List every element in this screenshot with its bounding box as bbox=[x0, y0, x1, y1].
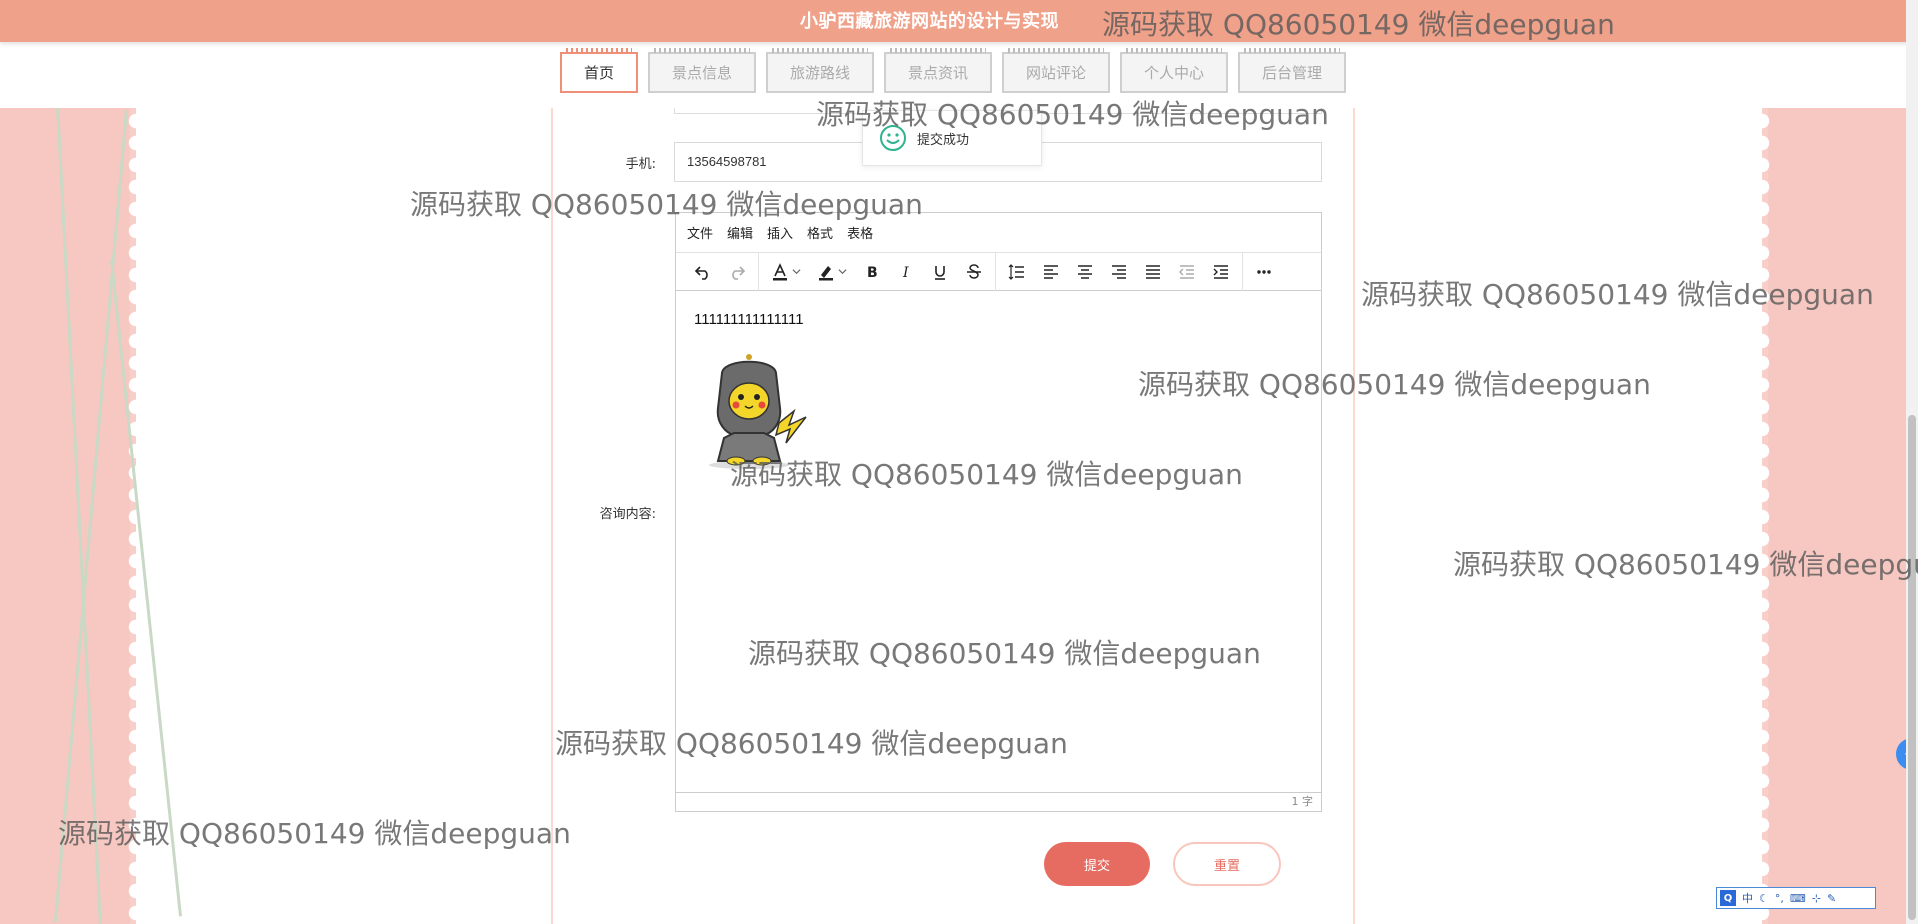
underline-icon[interactable] bbox=[923, 257, 957, 287]
align-left-icon[interactable] bbox=[1034, 257, 1068, 287]
more-options-icon[interactable] bbox=[1247, 257, 1281, 287]
nav-home[interactable]: 首页 bbox=[560, 48, 638, 93]
toast-message: 提交成功 bbox=[917, 132, 970, 148]
italic-icon[interactable]: I bbox=[889, 257, 923, 287]
phone-label: 手机: bbox=[625, 157, 656, 172]
scrollbar-thumb[interactable] bbox=[1908, 415, 1916, 920]
success-toast: 提交成功 bbox=[862, 110, 1042, 166]
nav-scenic-info[interactable]: 景点信息 bbox=[648, 48, 756, 93]
rich-text-editor: 文件 编辑 插入 格式 表格 B I 111111111111111 1 字 bbox=[675, 212, 1322, 812]
editor-text: 111111111111111 bbox=[694, 311, 804, 328]
text-color-icon[interactable] bbox=[763, 257, 809, 287]
menu-format[interactable]: 格式 bbox=[807, 223, 833, 242]
submit-button[interactable]: 提交 bbox=[1044, 842, 1150, 886]
strikethrough-icon[interactable] bbox=[957, 257, 991, 287]
content-label: 咨询内容: bbox=[599, 507, 656, 522]
menu-insert[interactable]: 插入 bbox=[767, 223, 793, 242]
keyboard-icon[interactable]: ⌨ bbox=[1790, 892, 1806, 905]
line-height-icon[interactable] bbox=[1000, 257, 1034, 287]
editor-content[interactable]: 111111111111111 bbox=[676, 291, 1321, 793]
nav-admin[interactable]: 后台管理 bbox=[1238, 48, 1346, 93]
nav-scenic-news[interactable]: 景点资讯 bbox=[884, 48, 992, 93]
menu-edit[interactable]: 编辑 bbox=[727, 223, 753, 242]
site-title: 小驴西藏旅游网站的设计与实现 bbox=[800, 11, 1059, 32]
align-justify-icon[interactable] bbox=[1136, 257, 1170, 287]
menu-table[interactable]: 表格 bbox=[847, 223, 873, 242]
pikachu-hoodie-image bbox=[709, 354, 807, 469]
svg-text:I: I bbox=[902, 265, 909, 281]
align-right-icon[interactable] bbox=[1102, 257, 1136, 287]
smile-icon bbox=[880, 125, 906, 151]
redo-icon[interactable] bbox=[720, 257, 754, 287]
align-center-icon[interactable] bbox=[1068, 257, 1102, 287]
main-nav: 首页 景点信息 旅游路线 景点资讯 网站评论 个人中心 后台管理 bbox=[0, 42, 1918, 108]
settings-icon[interactable]: ✎ bbox=[1827, 892, 1836, 905]
highlight-color-icon[interactable] bbox=[809, 257, 855, 287]
moon-icon[interactable]: ☾ bbox=[1759, 892, 1769, 905]
menu-file[interactable]: 文件 bbox=[687, 223, 713, 242]
site-header: 小驴西藏旅游网站的设计与实现 bbox=[0, 0, 1918, 42]
nav-personal-center[interactable]: 个人中心 bbox=[1120, 48, 1228, 93]
page-scrollbar[interactable] bbox=[1906, 0, 1918, 924]
ime-toolbar[interactable]: Q 中 ☾ °, ⌨ ⊹ ✎ bbox=[1716, 887, 1876, 909]
reset-button[interactable]: 重置 bbox=[1173, 842, 1281, 886]
right-scallop-border bbox=[1762, 0, 1776, 924]
undo-icon[interactable] bbox=[686, 257, 720, 287]
bold-icon[interactable]: B bbox=[855, 257, 889, 287]
outdent-icon[interactable] bbox=[1170, 257, 1204, 287]
indent-icon[interactable] bbox=[1204, 257, 1238, 287]
right-decoration bbox=[1768, 0, 1918, 924]
word-count: 1 字 bbox=[676, 792, 1321, 811]
nav-site-comments[interactable]: 网站评论 bbox=[1002, 48, 1110, 93]
ime-mode[interactable]: 中 bbox=[1742, 890, 1753, 906]
editor-toolbar: B I bbox=[676, 252, 1321, 291]
punctuation-icon[interactable]: °, bbox=[1775, 892, 1784, 905]
nav-travel-routes[interactable]: 旅游路线 bbox=[766, 48, 874, 93]
svg-text:B: B bbox=[867, 265, 878, 281]
editor-menubar: 文件 编辑 插入 格式 表格 bbox=[676, 213, 1321, 253]
ime-logo: Q bbox=[1720, 890, 1736, 906]
grid-icon[interactable]: ⊹ bbox=[1812, 892, 1821, 905]
